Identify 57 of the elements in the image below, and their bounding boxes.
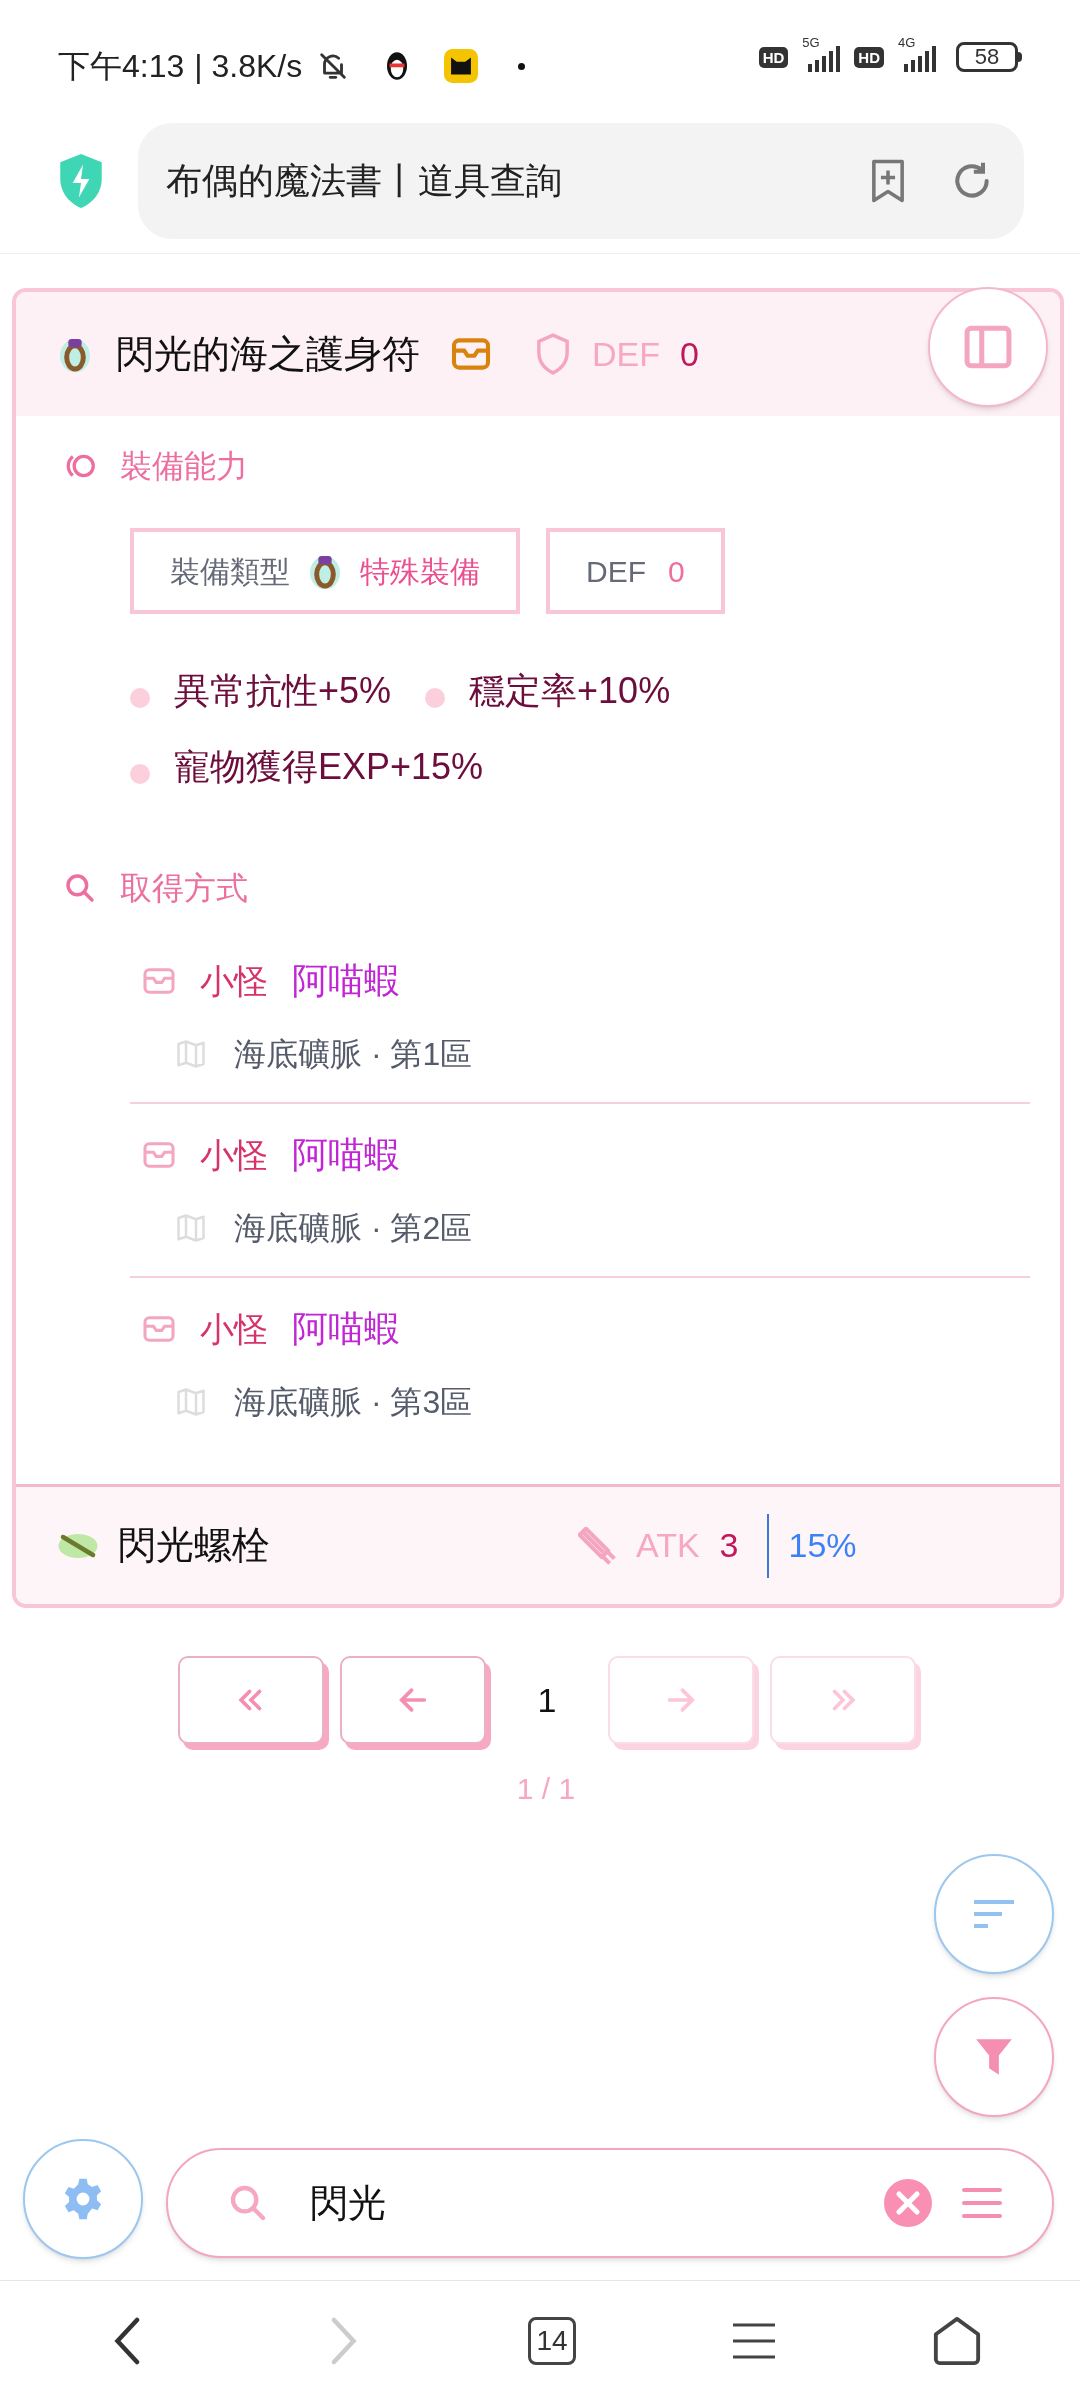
search-field[interactable]: 閃光	[166, 2148, 1054, 2258]
search-icon	[228, 2183, 268, 2223]
page-title: 布偶的魔法書丨道具查詢	[166, 158, 563, 203]
item-name: 閃光的海之護身符	[116, 331, 420, 377]
location-text: 海底礦脈 · 第2區	[234, 1209, 473, 1248]
app-icon	[444, 49, 479, 83]
map-icon	[176, 1388, 206, 1416]
section-heading: 裝備能力	[120, 447, 248, 486]
clear-icon[interactable]	[884, 2179, 932, 2227]
network-type: 5G	[802, 36, 820, 49]
type-value: 特殊裝備	[360, 553, 480, 590]
page-summary: 1 / 1	[516, 1771, 576, 1807]
stat-label: DEF	[592, 333, 660, 375]
map-icon	[176, 1040, 206, 1068]
item-name: 閃光螺栓	[118, 1523, 271, 1568]
source-kind: 小怪	[200, 960, 268, 1002]
sidebar-icon	[962, 324, 1014, 370]
monster-name[interactable]: 阿喵蝦	[292, 1128, 400, 1182]
current-page: 1	[536, 1679, 558, 1721]
bonus-text: 穩定率+10%	[469, 669, 671, 713]
status-time: 下午4:13	[58, 47, 185, 86]
hd-badge: HD	[758, 46, 789, 68]
tray-icon	[450, 337, 492, 371]
source-kind: 小怪	[200, 1308, 268, 1350]
location-text: 海底礦脈 · 第3區	[234, 1383, 473, 1422]
stat-value: 0	[680, 333, 699, 375]
rate-text: 15%	[788, 1525, 857, 1566]
address-bar[interactable]: 布偶的魔法書丨道具查詢	[138, 122, 1024, 239]
network-speed: | 3.8K/s	[194, 47, 303, 86]
tray-icon	[142, 967, 176, 995]
bonus-text: 寵物獲得EXP+15%	[174, 745, 484, 789]
sort-icon	[972, 1899, 1016, 1929]
stat-label: ATK	[636, 1525, 700, 1566]
type-label: 裝備類型	[170, 553, 290, 590]
shield-icon	[534, 332, 572, 376]
hd-badge: HD	[854, 46, 884, 68]
tray-icon	[142, 1315, 176, 1343]
tray-icon	[142, 1141, 176, 1169]
battery-level: 58	[974, 46, 1000, 68]
filter-icon	[974, 2036, 1014, 2078]
source-kind: 小怪	[200, 1134, 268, 1176]
home-icon[interactable]	[932, 2314, 983, 2367]
map-icon	[176, 1214, 206, 1242]
item-row[interactable]: 閃光螺栓 ATK 3 15%	[16, 1484, 1060, 1604]
bonus-text: 異常抗性+5%	[174, 669, 392, 713]
def-value: 0	[668, 553, 685, 590]
monster-name[interactable]: 阿喵蝦	[292, 954, 400, 1008]
sword-icon	[578, 1526, 616, 1565]
stat-value: 3	[719, 1525, 739, 1566]
network-type: 4G	[898, 36, 916, 49]
monster-name[interactable]: 阿喵蝦	[292, 1302, 400, 1356]
section-heading: 取得方式	[120, 869, 248, 908]
def-label: DEF	[586, 553, 646, 590]
tabs-button[interactable]: 14	[527, 2316, 576, 2365]
search-icon	[64, 872, 96, 904]
search-input[interactable]: 閃光	[310, 2174, 884, 2232]
location-text: 海底礦脈 · 第1區	[234, 1035, 473, 1074]
